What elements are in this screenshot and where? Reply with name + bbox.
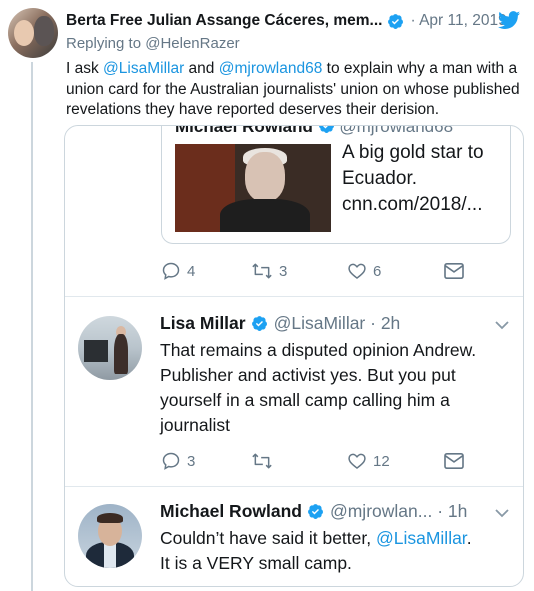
- replying-mention[interactable]: @HelenRazer: [145, 35, 239, 52]
- reply-text-line: It is a VERY small camp.: [160, 553, 352, 573]
- message-button[interactable]: [443, 262, 465, 280]
- tweet-date[interactable]: · Apr 11, 2019: [410, 12, 506, 30]
- replying-prefix: Replying to: [66, 35, 142, 52]
- retweet-icon: [252, 263, 272, 279]
- avatar[interactable]: [8, 8, 58, 58]
- author-name[interactable]: Lisa Millar: [160, 313, 246, 334]
- reply-header: Michael Rowland @mjrowlan... · 1h: [160, 501, 467, 522]
- divider: [65, 296, 523, 297]
- reply-text-part: Couldn’t have said it better,: [160, 528, 376, 548]
- like-icon: [348, 263, 366, 280]
- reply-header: Lisa Millar @LisaMillar · 2h: [160, 313, 400, 334]
- twitter-bird-icon[interactable]: [497, 9, 522, 31]
- card-text-line: Ecuador.: [342, 168, 417, 189]
- reply-text-line: yourself in a small camp calling him a: [160, 390, 450, 410]
- retweet-icon: [252, 453, 272, 469]
- mention-link[interactable]: @LisaMillar: [376, 528, 467, 548]
- reply-text-line: Publisher and activist yes. But you put: [160, 365, 456, 385]
- card-text-line: A big gold star to: [342, 142, 484, 163]
- like-icon: [348, 453, 366, 470]
- tweet-header: Berta Free Julian Assange Cáceres, mem..…: [66, 9, 528, 33]
- chevron-down-icon[interactable]: [495, 508, 509, 518]
- tweet-text-part: and: [184, 60, 219, 77]
- reply-text: That remains a disputed opinion Andrew. …: [160, 338, 515, 438]
- reply-text-part: .: [466, 528, 472, 548]
- link-card[interactable]: A big gold star to Ecuador. cnn.com/2018…: [161, 126, 511, 244]
- verified-badge-icon: [251, 316, 267, 331]
- like-count: 6: [373, 262, 382, 280]
- divider: [65, 486, 523, 487]
- card-text: A big gold star to Ecuador. cnn.com/2018…: [342, 140, 502, 218]
- reply-icon: [162, 452, 180, 470]
- reply-text: Couldn’t have said it better, @LisaMilla…: [160, 526, 515, 576]
- card-text-line: cnn.com/2018/...: [342, 194, 483, 215]
- retweet-button[interactable]: 3: [251, 261, 347, 281]
- author-name[interactable]: Berta Free Julian Assange Cáceres, mem..…: [66, 12, 382, 30]
- message-icon: [444, 452, 464, 470]
- card-image: [175, 144, 331, 232]
- like-count: 12: [373, 452, 390, 470]
- verified-badge-icon: [388, 13, 404, 29]
- retweet-count: 3: [279, 262, 288, 280]
- mention-link[interactable]: @mjrowland68: [219, 60, 323, 77]
- mention-link[interactable]: @LisaMillar: [103, 60, 184, 77]
- tweet-text-part: I ask: [66, 60, 104, 77]
- replying-to: Replying to @HelenRazer: [66, 35, 240, 52]
- message-icon: [444, 262, 464, 280]
- reply-button[interactable]: 4: [161, 261, 251, 281]
- quoted-thread[interactable]: Michael Rowland @mjrowland68 A big gold …: [64, 125, 524, 587]
- reply-text-line: Couldn’t have said it better, @LisaMilla…: [160, 526, 515, 551]
- avatar[interactable]: [78, 316, 142, 380]
- reply-button[interactable]: 3: [161, 451, 251, 471]
- message-button[interactable]: [443, 452, 465, 470]
- reply-icon: [162, 262, 180, 280]
- thread-line: [31, 62, 33, 591]
- handle-and-time[interactable]: @mjrowlan... · 1h: [330, 501, 467, 522]
- reply-count: 4: [187, 262, 196, 280]
- like-button[interactable]: 12: [347, 451, 443, 471]
- tweet-actions: 4 3 6: [161, 261, 465, 281]
- reply-count: 3: [187, 452, 196, 470]
- like-button[interactable]: 6: [347, 261, 443, 281]
- avatar[interactable]: [78, 504, 142, 568]
- tweet-actions: 3 12: [161, 451, 465, 471]
- tweet-text: I ask @LisaMillar and @mjrowland68 to ex…: [66, 59, 528, 121]
- verified-badge-icon: [308, 504, 323, 519]
- retweet-button[interactable]: [251, 451, 347, 471]
- handle-and-time[interactable]: @LisaMillar · 2h: [274, 313, 401, 334]
- author-name[interactable]: Michael Rowland: [160, 501, 302, 522]
- chevron-down-icon[interactable]: [495, 320, 509, 330]
- reply-text-line: That remains a disputed opinion Andrew.: [160, 340, 477, 360]
- reply-text-line: journalist: [160, 415, 231, 435]
